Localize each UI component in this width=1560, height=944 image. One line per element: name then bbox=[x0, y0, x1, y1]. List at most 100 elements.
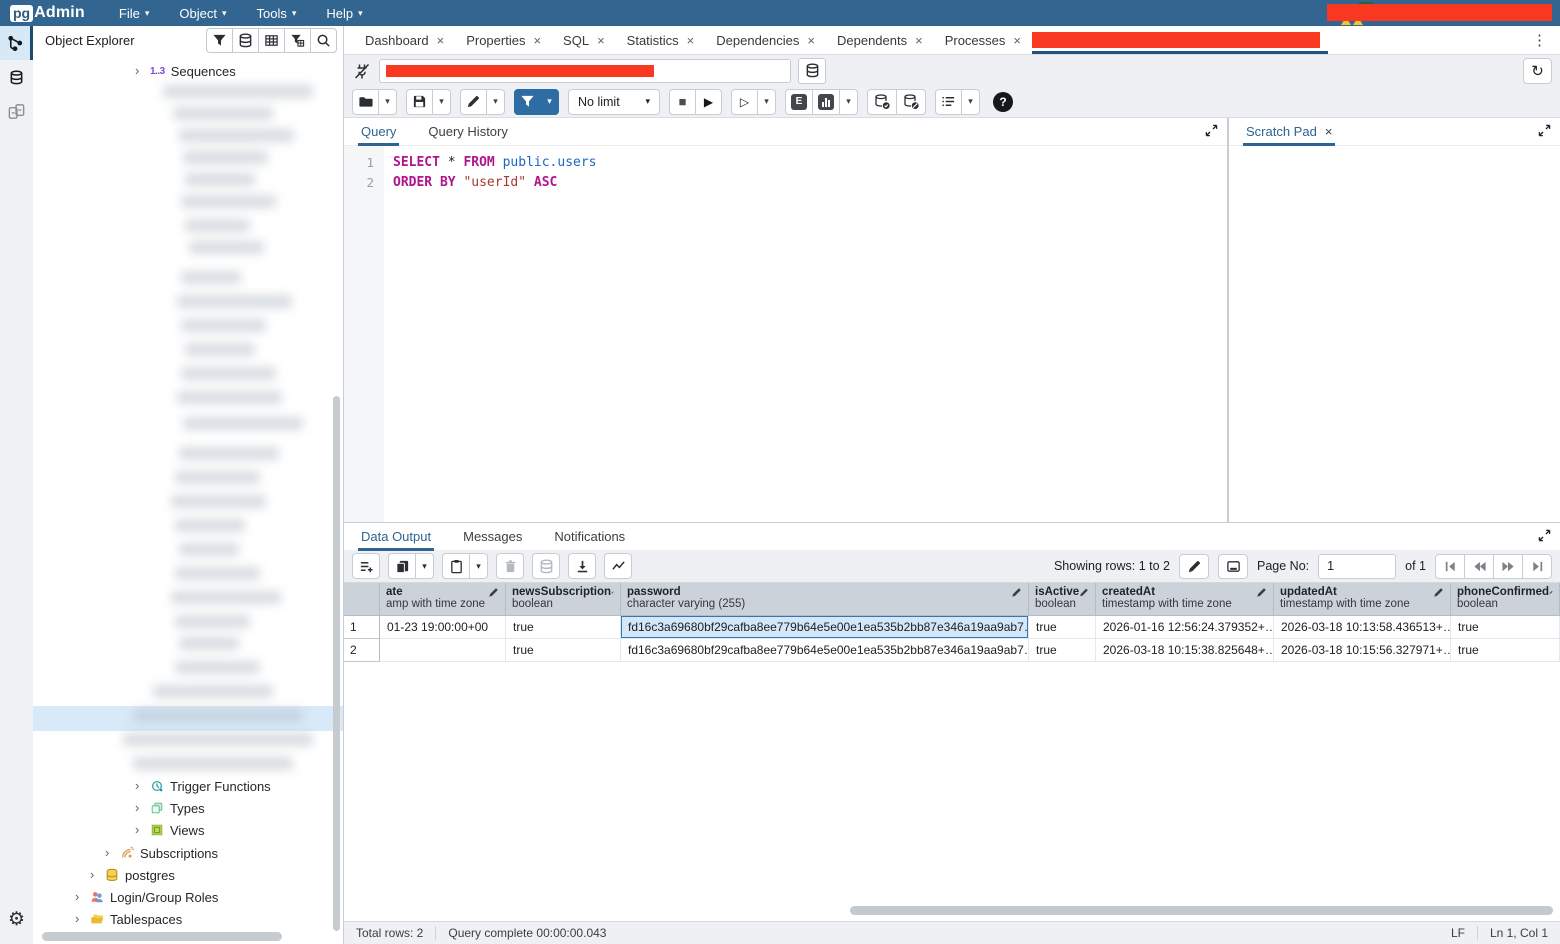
strip-object-explorer-button[interactable] bbox=[0, 26, 33, 60]
cell-isActive[interactable]: true bbox=[1029, 639, 1096, 662]
save-results-to-file-button[interactable] bbox=[568, 553, 596, 579]
tree-item-sequences[interactable]: › 1..3 Sequences bbox=[135, 60, 236, 82]
sidebar-horizontal-scrollbar[interactable] bbox=[42, 932, 282, 941]
close-icon[interactable]: × bbox=[1325, 124, 1333, 139]
filter-button[interactable] bbox=[206, 28, 233, 53]
close-icon[interactable]: × bbox=[1013, 33, 1021, 48]
filter-menu-button[interactable]: ▾ bbox=[540, 89, 559, 115]
tab-query-tool-redacted[interactable] bbox=[1032, 26, 1332, 54]
menu-object[interactable]: Object▾ bbox=[179, 6, 226, 21]
tab-scratch-pad[interactable]: Scratch Pad× bbox=[1243, 118, 1335, 145]
edit-menu-button[interactable]: ▾ bbox=[486, 89, 505, 115]
copy-button[interactable] bbox=[388, 553, 416, 579]
tab-properties[interactable]: Properties× bbox=[455, 26, 552, 54]
help-button[interactable]: ? bbox=[993, 92, 1013, 112]
pencil-icon[interactable] bbox=[1011, 587, 1022, 598]
expand-pane-button[interactable] bbox=[1538, 124, 1551, 142]
expand-chevron-icon[interactable]: › bbox=[135, 819, 144, 841]
save-data-changes-button[interactable] bbox=[532, 553, 560, 579]
save-file-menu-button[interactable]: ▾ bbox=[432, 89, 451, 115]
scratch-pad-body[interactable] bbox=[1229, 146, 1560, 522]
first-page-button[interactable] bbox=[1435, 554, 1465, 579]
macros-menu-button[interactable]: ▾ bbox=[961, 89, 980, 115]
explain-analyze-button[interactable] bbox=[812, 89, 840, 115]
tab-statistics[interactable]: Statistics× bbox=[616, 26, 706, 54]
row-number-cell[interactable]: 1 bbox=[344, 616, 380, 639]
cell-date[interactable]: 01-23 19:00:00+00 bbox=[380, 616, 506, 639]
strip-schema-diff-button[interactable] bbox=[0, 94, 33, 128]
stop-button[interactable]: ■ bbox=[669, 89, 696, 115]
cell-updatedAt[interactable]: 2026-03-18 10:13:58.436513+… bbox=[1274, 616, 1451, 639]
cell-newsSubscription[interactable]: true bbox=[506, 639, 621, 662]
pencil-icon[interactable] bbox=[1256, 587, 1267, 598]
cell-password-selected[interactable]: fd16c3a69680bf29cafba8ee779b64e5e00e1ea5… bbox=[621, 616, 1029, 639]
grid-horizontal-scrollbar[interactable] bbox=[850, 906, 1553, 915]
expand-chevron-icon[interactable]: › bbox=[75, 908, 84, 930]
last-page-button[interactable] bbox=[1522, 554, 1552, 579]
strip-query-tool-button[interactable] bbox=[0, 60, 33, 94]
cell-createdAt[interactable]: 2026-03-18 10:15:38.825648+… bbox=[1096, 639, 1274, 662]
paste-menu-button[interactable]: ▾ bbox=[469, 553, 488, 579]
pencil-icon[interactable] bbox=[1433, 587, 1444, 598]
tab-query-history[interactable]: Query History bbox=[425, 118, 510, 145]
tree-item-subscriptions[interactable]: › Subscriptions bbox=[105, 842, 218, 864]
new-connection-button[interactable] bbox=[798, 58, 826, 84]
rollback-button[interactable] bbox=[896, 89, 926, 115]
cell-phoneConfirmed[interactable]: true bbox=[1451, 616, 1560, 639]
window-button[interactable] bbox=[1218, 554, 1248, 579]
open-file-button[interactable] bbox=[352, 89, 379, 115]
close-icon[interactable]: × bbox=[915, 33, 923, 48]
tab-notifications[interactable]: Notifications bbox=[551, 523, 628, 550]
cell-date[interactable] bbox=[380, 639, 506, 662]
connection-status-button[interactable] bbox=[352, 61, 372, 81]
expand-chevron-icon[interactable]: › bbox=[135, 797, 144, 819]
expand-chevron-icon[interactable]: › bbox=[135, 775, 144, 797]
column-header-isActive[interactable]: isActive boolean bbox=[1029, 583, 1096, 616]
expand-pane-button[interactable] bbox=[1205, 124, 1218, 142]
search-button[interactable] bbox=[310, 28, 337, 53]
pencil-icon[interactable] bbox=[611, 587, 614, 598]
pencil-icon[interactable] bbox=[1549, 587, 1553, 598]
column-header-createdAt[interactable]: createdAt timestamp with time zone bbox=[1096, 583, 1274, 616]
page-number-input[interactable] bbox=[1318, 554, 1396, 579]
tab-dependencies[interactable]: Dependencies× bbox=[705, 26, 826, 54]
tree-item-tablespaces[interactable]: › Tablespaces bbox=[75, 908, 182, 930]
menu-tools[interactable]: Tools▾ bbox=[256, 6, 296, 21]
expand-chevron-icon[interactable]: › bbox=[90, 864, 99, 886]
column-header-newsSubscription[interactable]: newsSubscription boolean bbox=[506, 583, 621, 616]
row-limit-select[interactable]: No limit ▾ bbox=[568, 89, 660, 115]
grid-corner-cell[interactable] bbox=[344, 583, 380, 616]
prev-page-button[interactable] bbox=[1464, 554, 1494, 579]
save-file-button[interactable] bbox=[406, 89, 433, 115]
expand-chevron-icon[interactable]: › bbox=[75, 886, 84, 908]
paste-button[interactable] bbox=[442, 553, 470, 579]
close-icon[interactable]: × bbox=[533, 33, 541, 48]
explain-menu-button[interactable]: ▾ bbox=[839, 89, 858, 115]
menu-file[interactable]: File▾ bbox=[119, 6, 149, 21]
close-icon[interactable]: × bbox=[687, 33, 695, 48]
tree-selected-row[interactable] bbox=[33, 706, 343, 731]
filter-table-button[interactable] bbox=[284, 28, 311, 53]
tab-overflow-menu-button[interactable]: ⋮ bbox=[1519, 26, 1560, 54]
pencil-icon[interactable] bbox=[488, 587, 499, 598]
edit-range-button[interactable] bbox=[1179, 554, 1209, 579]
execute-menu-button[interactable]: ▾ bbox=[757, 89, 776, 115]
refresh-button[interactable]: ↻ bbox=[1523, 58, 1552, 84]
tree-item-postgres[interactable]: › postgres bbox=[90, 864, 175, 886]
tab-data-output[interactable]: Data Output bbox=[358, 523, 434, 550]
macros-button[interactable] bbox=[935, 89, 962, 115]
execute-button[interactable]: ▶ bbox=[695, 89, 722, 115]
tab-messages[interactable]: Messages bbox=[460, 523, 525, 550]
cell-isActive[interactable]: true bbox=[1029, 616, 1096, 639]
menu-help[interactable]: Help▾ bbox=[326, 6, 362, 21]
tree-item-trigger-functions[interactable]: › Trigger Functions bbox=[135, 775, 271, 797]
connection-string-input[interactable] bbox=[379, 59, 791, 83]
cell-password[interactable]: fd16c3a69680bf29cafba8ee779b64e5e00e1ea5… bbox=[621, 639, 1029, 662]
column-header-password[interactable]: password character varying (255) bbox=[621, 583, 1029, 616]
close-icon[interactable]: × bbox=[437, 33, 445, 48]
graph-visualiser-button[interactable] bbox=[604, 553, 632, 579]
cell-createdAt[interactable]: 2026-01-16 12:56:24.379352+… bbox=[1096, 616, 1274, 639]
commit-button[interactable] bbox=[867, 89, 897, 115]
expand-chevron-icon[interactable]: › bbox=[105, 842, 114, 864]
column-header-phoneConfirmed[interactable]: phoneConfirmed boolean bbox=[1451, 583, 1560, 616]
